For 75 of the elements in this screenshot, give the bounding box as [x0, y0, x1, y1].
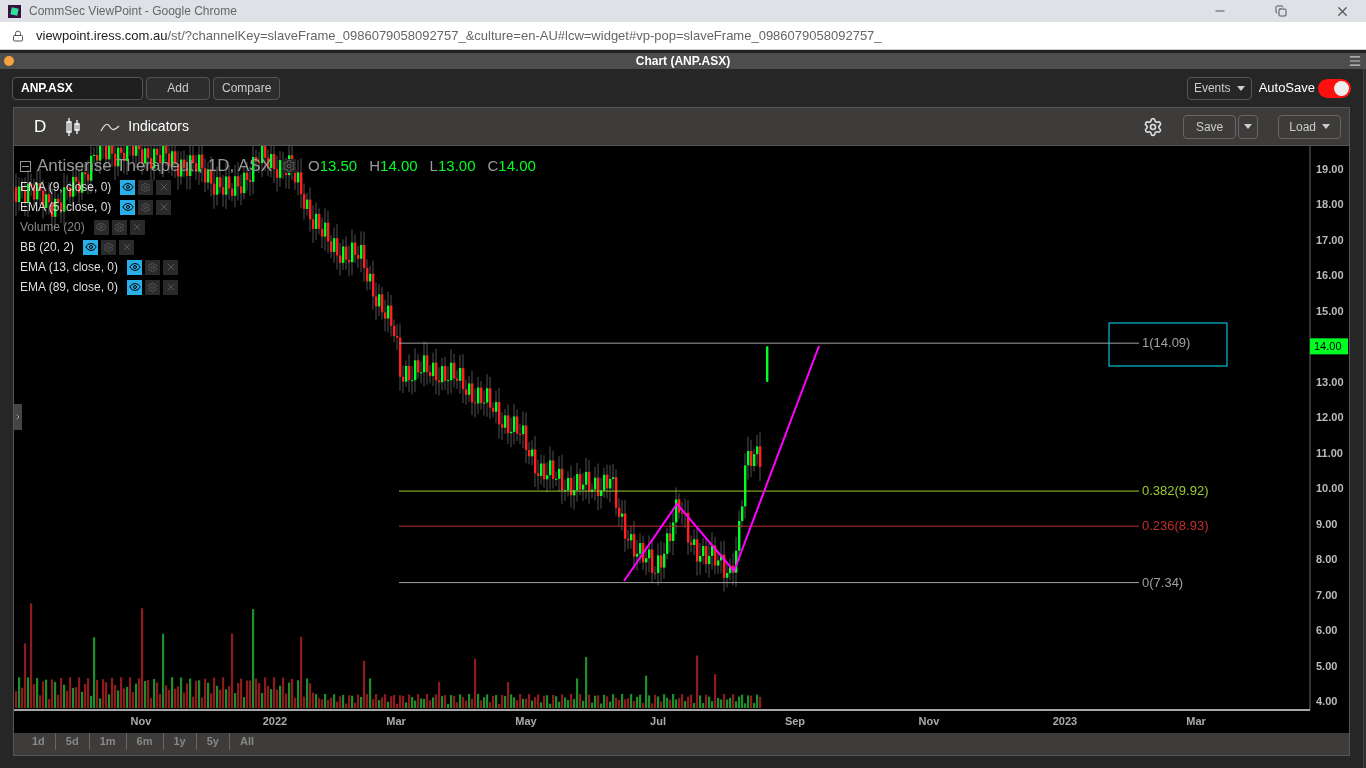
toolbar-button[interactable]: Compare [213, 76, 281, 100]
price-axis-label: 5.00 [1316, 659, 1338, 672]
date-axis-label: Mar [386, 715, 406, 727]
eye-icon[interactable] [120, 179, 136, 195]
selection-box[interactable] [1108, 322, 1228, 367]
ohlc-value: L13.00 [429, 155, 476, 176]
eye-icon[interactable] [127, 279, 143, 295]
fibonacci-level-label: 0.382(9.92) [1142, 483, 1209, 499]
eye-icon[interactable] [120, 199, 136, 215]
autosave-label: AutoSave [1258, 79, 1315, 98]
settings-icon[interactable] [1142, 116, 1163, 137]
save-button[interactable]: Save [1182, 114, 1237, 139]
caret-icon [1236, 85, 1245, 91]
events-dropdown[interactable]: Events [1186, 76, 1252, 100]
autosave-toggle[interactable] [1318, 78, 1351, 98]
indicator-label: Volume (20) [20, 219, 85, 236]
remove-icon[interactable] [156, 199, 172, 215]
period-button[interactable]: D [34, 113, 47, 140]
date-axis-label: May [515, 715, 537, 727]
window-title: Chart (ANP.ASX) [635, 53, 731, 70]
price-axis-label: 10.00 [1316, 482, 1344, 495]
date-axis-label: Sep [784, 715, 806, 727]
remove-icon[interactable] [163, 259, 179, 275]
fibonacci-level-label: 0(7.34) [1142, 574, 1184, 590]
eye-icon[interactable] [127, 259, 143, 275]
indicator-label: BB (20, 2) [20, 239, 75, 256]
collapse-icon[interactable] [20, 160, 31, 172]
price-axis-label: 19.00 [1316, 163, 1344, 175]
ohlc-value: O13.50 [308, 155, 358, 176]
address-bar[interactable]: viewpoint.iress.com.au/st/?channelKey=slaveFrame_0986079058092757_&culture=en-AU#lcw=widget#vp-pop=slaveFrame_0986079058092757_ [0, 22, 1366, 50]
price-axis-label: 6.00 [1316, 624, 1338, 637]
price-axis-label: 17.00 [1316, 233, 1344, 246]
price-axis-label: 12.00 [1316, 411, 1344, 424]
caret-icon [1244, 124, 1253, 129]
app-logo-icon [8, 4, 21, 18]
symbol-field[interactable]: ANP.ASX [12, 76, 143, 100]
price-axis-label: 4.00 [1316, 695, 1338, 708]
eye-icon[interactable] [83, 239, 99, 255]
indicator-label: EMA (89, close, 0) [20, 279, 119, 296]
toolbar-button[interactable]: Add [146, 76, 210, 100]
price-axis-label: 13.00 [1316, 375, 1344, 388]
fibonacci-level-label: 1(14.09) [1142, 335, 1191, 351]
remove-icon[interactable] [156, 179, 172, 195]
price-axis-label: 15.00 [1316, 304, 1344, 317]
caret-icon [1322, 124, 1330, 129]
indicators-button[interactable]: Indicators [100, 116, 189, 137]
remove-icon[interactable] [163, 279, 179, 295]
date-axis-label: Nov [918, 715, 940, 727]
zigzag-trend-line[interactable] [623, 345, 820, 582]
fibonacci-level-label: 0.236(8.93) [1142, 518, 1209, 534]
price-axis-label: 7.00 [1316, 588, 1338, 601]
price-axis-label: 16.00 [1316, 269, 1344, 282]
price-axis-label: 11.00 [1316, 446, 1343, 459]
price-axis-label: 8.00 [1316, 553, 1338, 566]
side-panel-handle[interactable] [14, 404, 22, 430]
date-axis-label: 2022 [262, 715, 288, 727]
date-axis-label: Jul [650, 715, 666, 727]
price-axis-label: 9.00 [1316, 517, 1338, 530]
save-options-button[interactable] [1238, 114, 1259, 139]
wave-line-icon [100, 121, 121, 132]
lock-icon [12, 29, 24, 42]
price-axis-label: 18.00 [1316, 198, 1344, 211]
url-text: viewpoint.iress.com.au/st/?channelKey=slaveFrame_0986079058092757_&culture=en-AU#lcw=widget#vp-pop=slaveFrame_0986079058092757_ [36, 26, 882, 45]
indicator-label: EMA (13, close, 0) [20, 259, 119, 276]
browser-title: CommSec ViewPoint - Google Chrome [29, 3, 237, 20]
candlestick-icon[interactable] [66, 116, 81, 137]
ohlc-value: H14.00 [369, 155, 418, 176]
date-axis-label: Mar [1186, 715, 1206, 727]
load-dropdown[interactable]: Load [1278, 114, 1341, 139]
date-axis-label: Nov [130, 715, 152, 727]
menu-icon[interactable] [1348, 54, 1362, 68]
date-axis-label: 2023 [1052, 715, 1078, 727]
restore-icon[interactable] [1275, 5, 1287, 17]
current-price-tag: 14.00 [1310, 338, 1348, 355]
ohlc-value: C14.00 [487, 155, 536, 176]
